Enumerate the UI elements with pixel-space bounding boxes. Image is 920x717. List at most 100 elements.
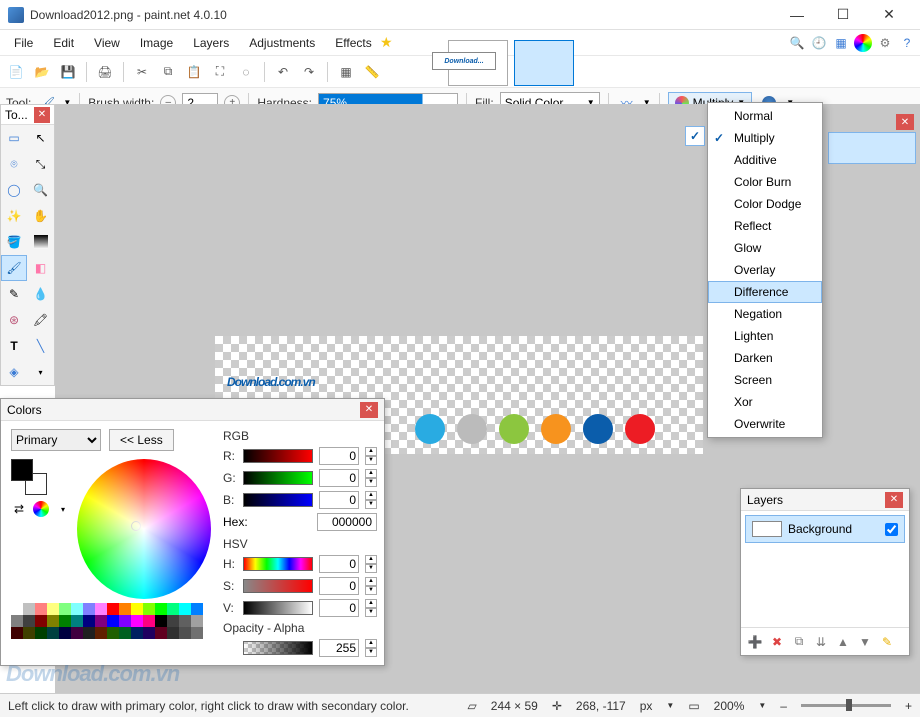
paint-bucket-tool[interactable]: 🪣	[1, 229, 27, 255]
pencil-tool[interactable]: ✎	[1, 281, 27, 307]
layers-window-icon[interactable]: ▦	[832, 34, 850, 52]
blend-item-screen[interactable]: Screen	[708, 369, 822, 391]
menu-view[interactable]: View	[84, 32, 130, 54]
magic-wand-tool[interactable]: ✨	[1, 203, 27, 229]
color-swatches[interactable]	[11, 459, 47, 495]
color-palette[interactable]	[11, 603, 211, 639]
palette-swatch[interactable]	[35, 627, 47, 639]
blend-item-glow[interactable]: Glow	[708, 237, 822, 259]
palette-swatch[interactable]	[191, 615, 203, 627]
blend-item-lighten[interactable]: Lighten	[708, 325, 822, 347]
palette-swatch[interactable]	[119, 603, 131, 615]
palette-swatch[interactable]	[59, 627, 71, 639]
colors-panel-close[interactable]: ✕	[360, 402, 378, 418]
palette-swatch[interactable]	[107, 615, 119, 627]
blend-item-negation[interactable]: Negation	[708, 303, 822, 325]
menu-edit[interactable]: Edit	[43, 32, 84, 54]
palette-swatch[interactable]	[179, 603, 191, 615]
redo-icon[interactable]: ↷	[299, 62, 319, 82]
deselect-icon[interactable]: ◌	[236, 62, 256, 82]
duplicate-layer-icon[interactable]: ⧉	[791, 634, 807, 650]
blend-item-difference[interactable]: Difference	[708, 281, 822, 303]
history-panel-strip[interactable]	[828, 132, 916, 164]
color-wheel[interactable]	[77, 459, 211, 599]
zoom-dropdown[interactable]: ▼	[758, 701, 766, 710]
thumbnail-2[interactable]	[514, 40, 574, 86]
wheel-marker[interactable]	[131, 521, 141, 531]
palette-swatch[interactable]	[155, 615, 167, 627]
palette-swatch[interactable]	[11, 615, 23, 627]
move-selection-tool[interactable]: ⤡	[28, 151, 54, 177]
delete-layer-icon[interactable]: ✖	[769, 634, 785, 650]
pan-tool[interactable]: ✋	[28, 203, 54, 229]
zoom-plus[interactable]: +	[905, 699, 912, 713]
palette-swatch[interactable]	[179, 627, 191, 639]
palette-swatch[interactable]	[119, 627, 131, 639]
palette-swatch[interactable]	[143, 615, 155, 627]
line-tool[interactable]: ╲	[28, 333, 54, 359]
v-slider[interactable]	[243, 601, 313, 615]
maximize-button[interactable]: ☐	[820, 0, 866, 30]
palette-swatch[interactable]	[35, 603, 47, 615]
move-down-icon[interactable]: ▼	[857, 634, 873, 650]
b-slider[interactable]	[243, 493, 313, 507]
menu-adjustments[interactable]: Adjustments	[239, 32, 325, 54]
cut-icon[interactable]: ✂	[132, 62, 152, 82]
rectangle-select-tool[interactable]: ▭	[1, 125, 27, 151]
history-window-icon[interactable]: 🕘	[810, 34, 828, 52]
recolor-tool[interactable]: 🖍	[28, 307, 54, 333]
palette-swatch[interactable]	[83, 627, 95, 639]
settings-icon[interactable]: ⚙	[876, 34, 894, 52]
help-icon[interactable]: ?	[898, 34, 916, 52]
clone-stamp-tool[interactable]: ⊛	[1, 307, 27, 333]
palette-swatch[interactable]	[95, 615, 107, 627]
palette-swatch[interactable]	[143, 627, 155, 639]
palette-icon[interactable]	[33, 501, 49, 517]
grid-icon[interactable]: ▦	[336, 62, 356, 82]
b-input[interactable]	[319, 491, 359, 509]
palette-swatch[interactable]	[11, 603, 23, 615]
more-icon[interactable]: ▾	[55, 501, 71, 517]
move-selected-tool[interactable]: ↖	[28, 125, 54, 151]
r-input[interactable]	[319, 447, 359, 465]
less-button[interactable]: << Less	[109, 429, 174, 451]
blend-item-overwrite[interactable]: Overwrite	[708, 413, 822, 435]
palette-swatch[interactable]	[155, 627, 167, 639]
paintbrush-tool[interactable]: 🖌	[1, 255, 27, 281]
menu-layers[interactable]: Layers	[183, 32, 239, 54]
text-tool[interactable]: T	[1, 333, 27, 359]
g-down[interactable]: ▼	[365, 478, 377, 487]
paste-icon[interactable]: 📋	[184, 62, 204, 82]
layer-row[interactable]: Background	[745, 515, 905, 543]
new-icon[interactable]: 📄	[6, 62, 26, 82]
menu-effects[interactable]: Effects	[325, 32, 381, 54]
palette-swatch[interactable]	[95, 627, 107, 639]
color-picker-tool[interactable]: 💧	[28, 281, 54, 307]
palette-swatch[interactable]	[131, 627, 143, 639]
ellipse-select-tool[interactable]: ◯	[1, 177, 27, 203]
opacity-input[interactable]	[319, 639, 359, 657]
palette-swatch[interactable]	[143, 603, 155, 615]
blend-item-multiply[interactable]: Multiply	[708, 127, 822, 149]
h-input[interactable]	[319, 555, 359, 573]
palette-swatch[interactable]	[131, 615, 143, 627]
swap-colors-icon[interactable]: ⇄	[11, 501, 27, 517]
gradient-tool[interactable]	[28, 229, 54, 255]
palette-swatch[interactable]	[167, 603, 179, 615]
palette-swatch[interactable]	[191, 627, 203, 639]
unit-dropdown[interactable]: ▼	[666, 701, 674, 710]
h-slider[interactable]	[243, 557, 313, 571]
history-panel-close[interactable]: ✕	[896, 114, 914, 130]
r-down[interactable]: ▼	[365, 456, 377, 465]
palette-swatch[interactable]	[167, 627, 179, 639]
undo-icon[interactable]: ↶	[273, 62, 293, 82]
g-up[interactable]: ▲	[365, 469, 377, 478]
s-slider[interactable]	[243, 579, 313, 593]
lasso-select-tool[interactable]: ⌾	[1, 151, 27, 177]
zoom-slider[interactable]	[801, 704, 891, 707]
menu-file[interactable]: File	[4, 32, 43, 54]
blend-item-reflect[interactable]: Reflect	[708, 215, 822, 237]
palette-swatch[interactable]	[59, 615, 71, 627]
palette-swatch[interactable]	[83, 615, 95, 627]
eraser-tool[interactable]: ◧	[28, 255, 54, 281]
